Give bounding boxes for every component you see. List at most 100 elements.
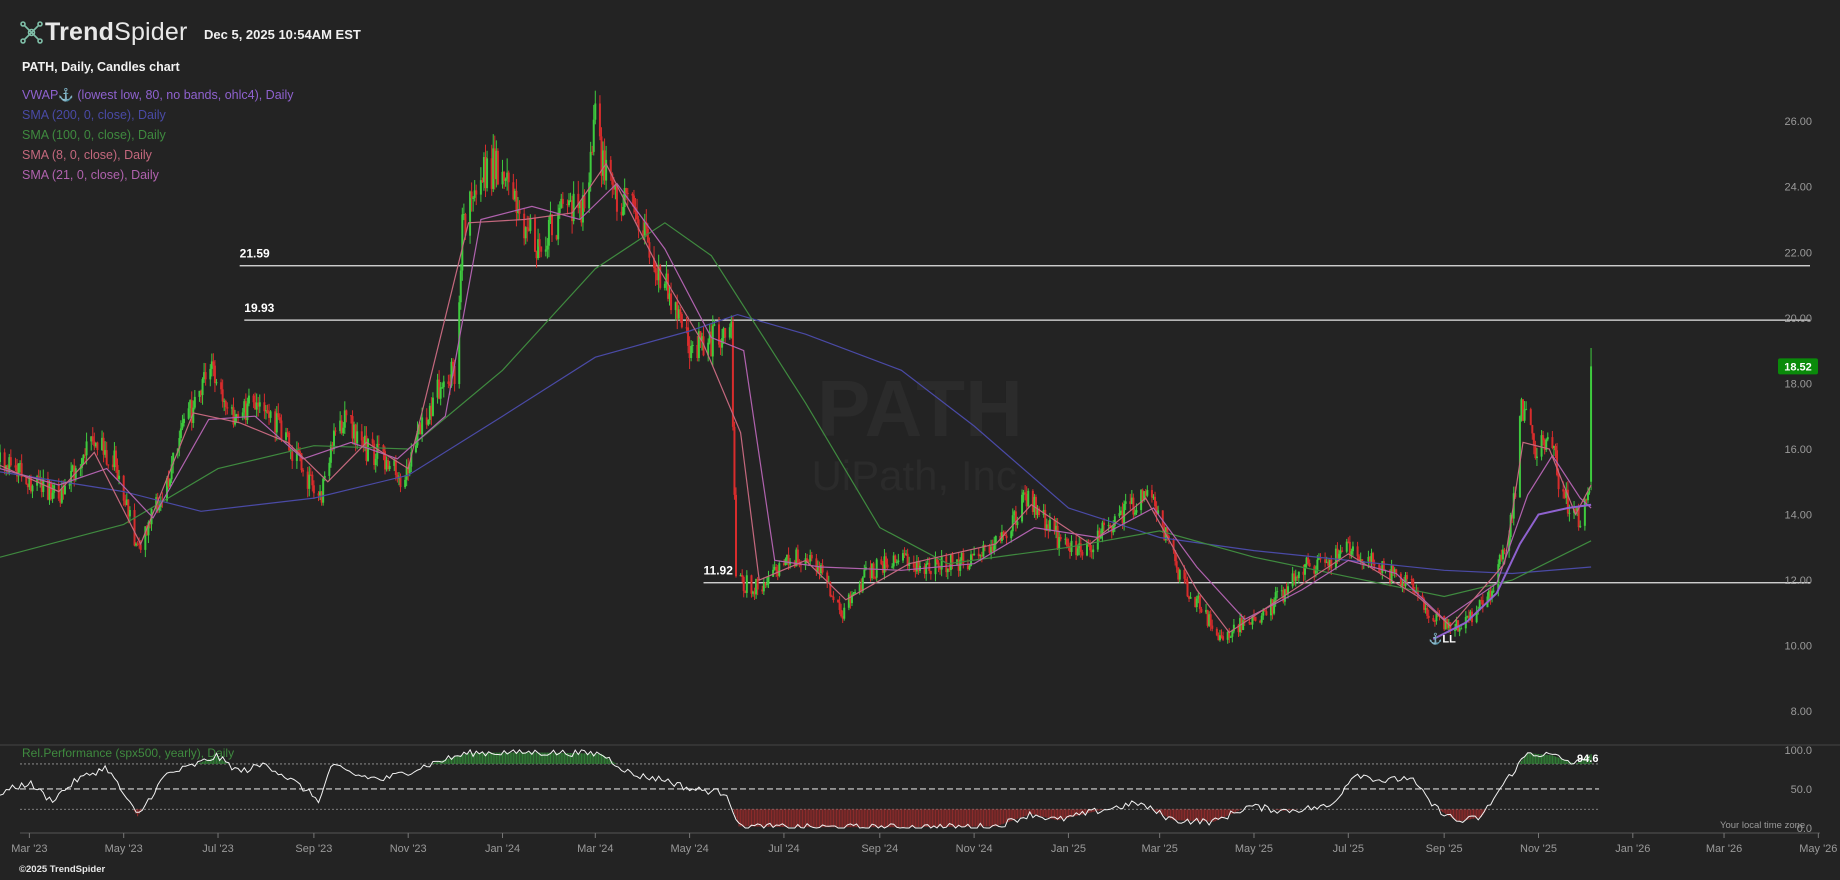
x-tick-label: May '24: [671, 843, 709, 855]
candle-body: [733, 426, 736, 495]
candle-body: [404, 479, 407, 488]
candle-body: [1146, 490, 1149, 496]
candle-body: [1133, 512, 1136, 515]
candle-body: [756, 579, 759, 590]
legend-sma-100[interactable]: SMA (100, 0, close), Daily: [22, 125, 293, 145]
candle-body: [1432, 617, 1435, 621]
watermark-company: UiPath, Inc.: [811, 452, 1028, 499]
y-tick-label: 20.00: [1784, 313, 1812, 325]
candle-body: [507, 172, 510, 183]
candle-body: [1588, 491, 1591, 493]
y-tick-label: 8.00: [1791, 706, 1812, 718]
chart-stage: PATH UiPath, Inc. 21.59 19.93 11.92 ⚓LL 8.00 10…: [0, 0, 1840, 880]
candle-body: [63, 485, 66, 495]
x-tick-label: Nov '24: [956, 843, 993, 855]
candle-body: [631, 193, 634, 196]
candle-body: [1458, 629, 1461, 632]
candle-body: [925, 563, 928, 574]
legend-sma-8[interactable]: SMA (8, 0, close), Daily: [22, 145, 293, 165]
candle-body: [1406, 575, 1409, 580]
candle-body: [1161, 510, 1164, 526]
candle-body: [133, 510, 136, 546]
candle-body: [558, 207, 561, 214]
indicator-legend: VWAP⚓ (lowest low, 80, no bands, ohlc4),…: [22, 85, 293, 185]
candle-body: [328, 462, 331, 476]
candle-body: [1542, 435, 1545, 441]
candle-body: [1005, 535, 1008, 539]
y-tick-label: 16.00: [1784, 444, 1812, 456]
candle-body: [356, 431, 359, 444]
candle-body: [496, 150, 499, 185]
candle-body: [690, 346, 693, 359]
candle-body: [821, 565, 824, 573]
candle-body: [735, 494, 737, 577]
candle-body: [213, 365, 216, 383]
x-tick-label: Sep '25: [1426, 843, 1463, 855]
candle-body: [427, 419, 430, 425]
candle-body: [875, 559, 878, 578]
candle-body: [880, 559, 883, 565]
candle-body: [872, 563, 875, 578]
x-tick-label: Nov '23: [390, 843, 427, 855]
candle-body: [1453, 629, 1456, 631]
candle-body: [96, 442, 99, 451]
candle-body: [1316, 559, 1319, 571]
candle-body: [1011, 515, 1014, 532]
candle-body: [224, 400, 227, 408]
candle-body: [1021, 494, 1024, 522]
candle-body: [25, 477, 28, 485]
candle-body: [486, 158, 489, 189]
candle-body: [308, 474, 311, 489]
candle-body: [810, 554, 813, 559]
candle-body: [1525, 409, 1528, 411]
candle-body: [1186, 580, 1189, 597]
candle-body: [1211, 625, 1214, 629]
candle-body: [1503, 549, 1506, 551]
x-tick-label: Jul '23: [202, 843, 233, 855]
candle-body: [1532, 433, 1535, 446]
candle-body: [796, 549, 799, 563]
candle-body: [1178, 570, 1181, 580]
candle-body: [1535, 456, 1538, 458]
local-time-note: Your local time zone: [1720, 820, 1806, 831]
candle-body: [741, 575, 744, 578]
candle-body: [591, 151, 594, 153]
x-tick-label: Mar '24: [577, 843, 613, 855]
candle-body: [778, 563, 781, 576]
candle-body: [588, 182, 591, 209]
candle-body: [1198, 595, 1201, 609]
candle-body: [181, 422, 184, 429]
candle-body: [843, 607, 846, 619]
candle-body: [459, 270, 462, 303]
candle-body: [765, 584, 768, 586]
candle-body: [1260, 615, 1263, 623]
candle-body: [461, 214, 464, 271]
candle-body: [1554, 446, 1557, 451]
candle-body: [1427, 615, 1430, 618]
candle-body: [479, 180, 482, 195]
rp-current-label: 94.6: [1577, 753, 1598, 765]
candle-body: [1103, 522, 1105, 526]
candle-body: [721, 338, 724, 348]
candle-body: [854, 591, 857, 594]
candle-body: [504, 178, 507, 181]
candle-body: [561, 198, 564, 204]
legend-sma-200[interactable]: SMA (200, 0, close), Daily: [22, 105, 293, 125]
candle-body: [212, 361, 215, 366]
candle-body: [1308, 563, 1311, 567]
legend-sma-21[interactable]: SMA (21, 0, close), Daily: [22, 165, 293, 185]
candle-body: [524, 227, 527, 239]
candle-body: [374, 458, 377, 466]
candle-body: [139, 544, 142, 550]
candle-body: [1010, 531, 1013, 539]
candle-body: [1534, 445, 1537, 458]
rp-y-tick-label: 100.0: [1784, 745, 1812, 757]
candle-body: [615, 184, 618, 212]
candle-body: [14, 465, 17, 468]
candle-body: [0, 452, 1, 463]
candle-body: [334, 430, 337, 432]
candle-body: [441, 387, 444, 389]
candle-body: [745, 575, 748, 593]
legend-vwap[interactable]: VWAP⚓ (lowest low, 80, no bands, ohlc4),…: [22, 85, 293, 105]
candle-body: [1048, 519, 1051, 531]
